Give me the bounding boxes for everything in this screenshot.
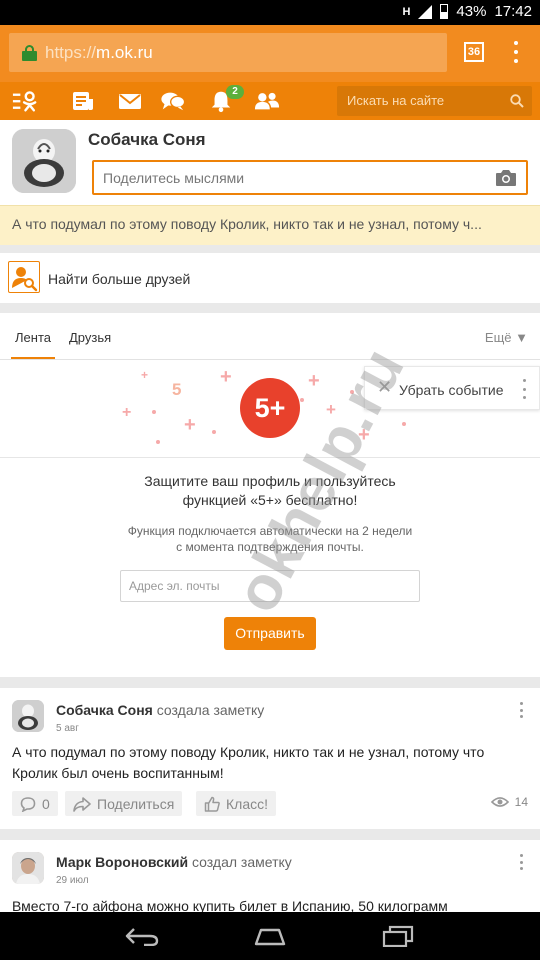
decor-dot <box>350 390 354 394</box>
promo-note: Функция подключается автоматически на 2 … <box>127 524 413 554</box>
more-options-icon[interactable] <box>523 379 527 399</box>
tabs-button[interactable]: 36 <box>464 42 484 62</box>
user-status-strip[interactable]: А что подумал по этому поводу Кролик, ни… <box>0 205 540 245</box>
find-friends-row[interactable]: Найти больше друзей <box>0 253 540 303</box>
notifications-badge: 2 <box>226 85 244 99</box>
friends-icon[interactable] <box>254 89 280 113</box>
decor-plus: + <box>122 404 132 421</box>
system-navigation-bar <box>0 912 540 960</box>
decor-dot <box>300 398 304 402</box>
like-button[interactable]: Класс! <box>196 791 276 816</box>
decor-plus: + <box>358 424 370 446</box>
site-navbar: 2 Искать на сайте <box>0 82 540 120</box>
feed-post: Собачка Соня создала заметку 5 авг А что… <box>0 688 540 829</box>
divider <box>0 457 540 458</box>
address-bar[interactable]: https://m.ok.ru <box>9 33 447 72</box>
decor-dot <box>156 440 160 444</box>
share-button[interactable]: Поделиться <box>65 791 183 816</box>
ok-logo-menu-icon[interactable] <box>12 89 38 113</box>
decor-plus: + <box>326 400 336 419</box>
profile-avatar[interactable] <box>12 129 76 193</box>
home-icon[interactable] <box>252 928 288 946</box>
close-icon: ✕ <box>377 377 393 397</box>
back-icon[interactable] <box>124 926 160 946</box>
tab-more-dropdown[interactable]: Ещё ▼ <box>485 330 528 345</box>
decor-dot <box>212 430 216 434</box>
share-thoughts-input[interactable]: Поделитесь мыслями <box>92 160 528 195</box>
profile-card: Собачка Соня Поделитесь мыслями <box>0 120 540 205</box>
camera-icon[interactable] <box>495 169 517 187</box>
post-text: Вместо 7-го айфона можно купить билет в … <box>12 898 448 912</box>
post-date: 5 авг <box>56 723 79 734</box>
post-author[interactable]: Марк Вороновский создал заметку <box>56 854 292 870</box>
network-type: H <box>402 5 411 18</box>
lock-icon <box>22 44 37 61</box>
signal-icon <box>418 4 433 19</box>
five-plus-promo: + + 5 + + + + + 5+ ✕ Убрать событие Защи… <box>0 360 540 677</box>
email-input[interactable]: Адрес эл. почты <box>120 570 420 602</box>
search-icon <box>510 94 524 108</box>
post-date: 29 июл <box>56 875 89 886</box>
post-author-avatar[interactable] <box>12 700 44 732</box>
decor-plus: + <box>141 368 149 382</box>
decor-dot <box>152 410 156 414</box>
discussions-icon[interactable] <box>160 89 186 113</box>
battery-percent: 43% <box>456 3 487 20</box>
decor-plus: + <box>184 414 196 436</box>
post-views: 14 <box>490 795 528 809</box>
find-friends-label: Найти больше друзей <box>48 271 191 287</box>
decor-plus: + <box>308 370 320 392</box>
comment-icon <box>20 796 36 812</box>
url-text: https://m.ok.ru <box>45 42 153 62</box>
share-icon <box>73 796 91 812</box>
clock: 17:42 <box>494 3 532 20</box>
site-search-input[interactable]: Искать на сайте <box>337 86 532 116</box>
post-text: А что подумал по этому поводу Кролик, ни… <box>12 744 485 781</box>
dismiss-event-menu[interactable]: ✕ Убрать событие <box>364 366 540 410</box>
feed-icon[interactable] <box>70 89 96 113</box>
browser-toolbar: https://m.ok.ru 36 <box>0 25 540 82</box>
five-plus-badge: 5+ <box>240 378 300 438</box>
post-menu-icon[interactable] <box>520 702 524 718</box>
feed-tabs: Лента Друзья Ещё ▼ <box>0 313 540 360</box>
decor-dot <box>402 422 406 426</box>
status-bar: H 43% 17:42 <box>0 0 540 25</box>
tab-friends[interactable]: Друзья <box>69 330 111 345</box>
messages-icon[interactable] <box>117 89 143 113</box>
browser-menu-icon[interactable] <box>508 41 524 63</box>
comments-button[interactable]: 0 <box>12 791 58 816</box>
battery-icon <box>440 4 449 19</box>
promo-title: Защитите ваш профиль и пользуйтесь функц… <box>144 473 396 508</box>
find-friends-icon <box>8 261 40 293</box>
feed-post: Марк Вороновский создал заметку 29 июл В… <box>0 840 540 912</box>
post-author-avatar[interactable] <box>12 852 44 884</box>
decor-plus: + <box>220 366 232 388</box>
profile-name[interactable]: Собачка Соня <box>88 130 206 150</box>
tab-feed[interactable]: Лента <box>11 330 55 359</box>
post-author[interactable]: Собачка Соня создала заметку <box>56 702 264 718</box>
send-button[interactable]: Отправить <box>224 617 316 650</box>
post-menu-icon[interactable] <box>520 854 524 870</box>
eye-icon <box>490 797 509 807</box>
decor-five: 5 <box>172 380 182 399</box>
thumbs-up-icon <box>204 796 220 812</box>
recent-apps-icon[interactable] <box>380 925 416 947</box>
